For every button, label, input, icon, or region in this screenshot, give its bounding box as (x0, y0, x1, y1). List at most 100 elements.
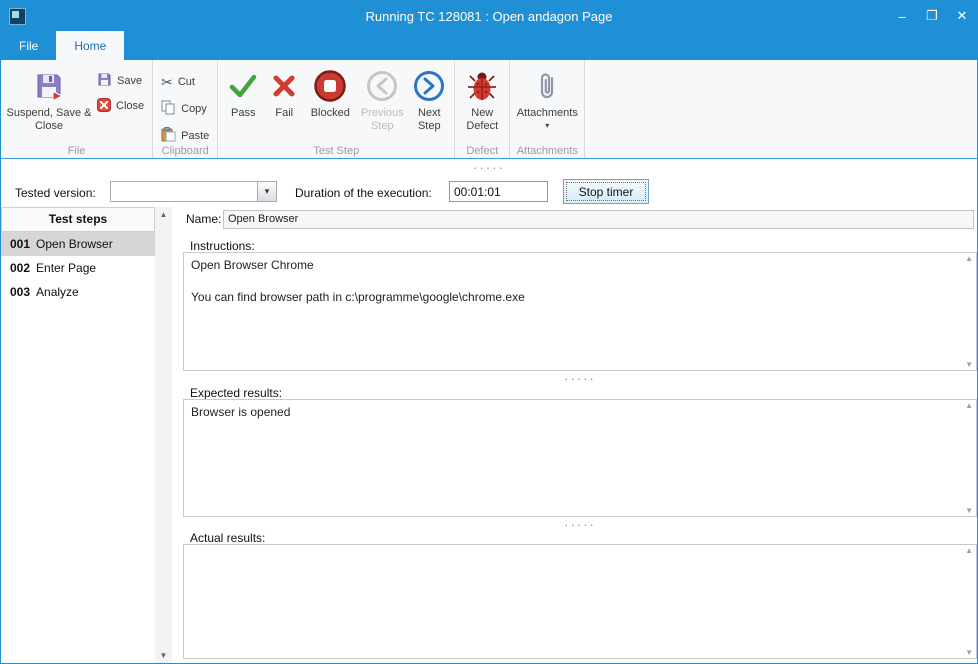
suspend-save-close-button[interactable]: Suspend, Save & Close (5, 63, 93, 145)
app-window: Running TC 128081 : Open andagon Page – … (0, 0, 978, 664)
file-group-small-buttons: Save Close (93, 70, 148, 117)
step-label: Analyze (36, 285, 79, 299)
close-red-icon (97, 98, 111, 115)
defect-group-label: Defect (455, 145, 509, 157)
maximize-button[interactable]: ❐ (917, 1, 947, 31)
suspend-save-close-label: Suspend, Save & Close (5, 107, 93, 133)
paste-icon (161, 127, 176, 145)
ribbon-group-defect: New Defect Defect (455, 60, 510, 158)
attachments-dropdown-icon[interactable]: ▾ (545, 121, 549, 130)
test-steps-header: Test steps (1, 207, 155, 232)
attachments-button[interactable]: Attachments ▾ (514, 63, 580, 145)
step-item-001[interactable]: 001 Open Browser (1, 232, 155, 256)
bug-icon (467, 67, 497, 105)
paperclip-icon (535, 67, 559, 105)
app-icon (9, 8, 26, 25)
ribbon-tab-row: File Home (1, 31, 977, 60)
instructions-text: Open Browser Chrome You can find browser… (191, 257, 956, 366)
cut-label: Cut (178, 76, 195, 88)
scroll-up-icon[interactable]: ▲ (965, 546, 973, 555)
tab-file[interactable]: File (1, 31, 56, 60)
paste-label: Paste (181, 130, 209, 142)
scroll-down-icon[interactable]: ▼ (965, 506, 973, 515)
tab-home[interactable]: Home (56, 31, 124, 60)
ribbon-group-file: Suspend, Save & Close Save (1, 60, 153, 158)
scroll-up-icon[interactable]: ▲ (965, 401, 973, 410)
tested-version-combobox[interactable]: ▾ (110, 181, 277, 202)
clipboard-group-label: Clipboard (153, 145, 217, 157)
actual-results-text (191, 549, 956, 654)
scroll-up-icon[interactable]: ▲ (160, 210, 168, 219)
close-ribbon-button[interactable]: Close (93, 95, 148, 117)
save-icon (97, 72, 112, 90)
close-button[interactable]: ✕ (947, 1, 977, 31)
save-button[interactable]: Save (93, 70, 148, 92)
name-field[interactable]: Open Browser (223, 210, 974, 229)
scroll-down-icon[interactable]: ▼ (160, 651, 168, 660)
suspend-save-close-icon (34, 67, 64, 105)
next-step-arrow-icon (412, 67, 446, 105)
minimize-button[interactable]: – (887, 1, 917, 31)
close-label: Close (116, 100, 144, 112)
actual-results-label: Actual results: (190, 531, 265, 545)
window-title: Running TC 128081 : Open andagon Page (1, 9, 977, 24)
step-number: 002 (10, 261, 30, 275)
scroll-down-icon[interactable]: ▼ (965, 648, 973, 657)
test-steps-panel: Test steps 001 Open Browser 002Enter Page… (1, 207, 172, 663)
blocked-label: Blocked (311, 107, 350, 120)
ribbon-group-test-step: Pass Fail Blocked (218, 60, 455, 158)
cut-button[interactable]: ✂ Cut (157, 71, 213, 93)
name-label: Name: (186, 212, 221, 226)
new-defect-label: New Defect (459, 107, 505, 133)
blocked-stop-icon (313, 67, 347, 105)
copy-icon (161, 100, 176, 118)
copy-button[interactable]: Copy (157, 98, 213, 120)
stop-timer-button[interactable]: Stop timer (563, 179, 649, 204)
test-step-group-label: Test Step (218, 145, 454, 157)
cut-icon: ✂ (161, 74, 173, 91)
scroll-down-icon[interactable]: ▼ (965, 360, 973, 369)
titlebar: Running TC 128081 : Open andagon Page – … (1, 1, 977, 31)
instructions-label: Instructions: (190, 239, 255, 253)
step-item-002[interactable]: 002Enter Page (1, 256, 155, 280)
step-item-003[interactable]: 003 Analyze (1, 280, 155, 304)
save-label: Save (117, 75, 142, 87)
steps-scrollbar[interactable]: ▲ ▼ (155, 207, 172, 663)
paste-button[interactable]: Paste (157, 125, 213, 147)
instructions-textarea[interactable]: Open Browser Chrome You can find browser… (183, 252, 977, 371)
next-step-button[interactable]: Next Step (408, 63, 450, 145)
previous-step-arrow-icon (365, 67, 399, 105)
expected-results-text: Browser is opened (191, 404, 956, 512)
copy-label: Copy (181, 103, 207, 115)
ribbon-group-clipboard: ✂ Cut Copy (153, 60, 218, 158)
pass-label: Pass (231, 107, 255, 120)
step-label: Open Browser (36, 237, 113, 251)
file-group-label: File (1, 145, 152, 157)
pass-button[interactable]: Pass (222, 63, 264, 145)
blocked-button[interactable]: Blocked (304, 63, 356, 145)
expected-results-label: Expected results: (190, 386, 282, 400)
step-number: 003 (10, 285, 30, 299)
instructions-splitter-handle[interactable]: ····· (183, 374, 977, 384)
previous-step-label: Previous Step (356, 107, 408, 133)
next-step-label: Next Step (408, 107, 450, 133)
attachments-label: Attachments (517, 107, 578, 120)
fail-button[interactable]: Fail (264, 63, 304, 145)
ribbon-group-attachments: Attachments ▾ Attachments (510, 60, 585, 158)
fail-x-icon (269, 67, 299, 105)
previous-step-button[interactable]: Previous Step (356, 63, 408, 145)
combo-dropdown-button[interactable]: ▾ (257, 182, 276, 201)
pass-check-icon (227, 67, 259, 105)
duration-input[interactable] (449, 181, 548, 202)
tested-version-label: Tested version: (15, 186, 96, 200)
new-defect-button[interactable]: New Defect (459, 63, 505, 145)
actual-results-textarea[interactable]: ▲ ▼ (183, 544, 977, 659)
scroll-up-icon[interactable]: ▲ (965, 254, 973, 263)
ribbon: Suspend, Save & Close Save (1, 60, 977, 159)
expected-results-textarea[interactable]: Browser is opened ▲ ▼ (183, 399, 977, 517)
ribbon-splitter-handle[interactable]: ····· (1, 163, 977, 173)
duration-label: Duration of the execution: (295, 186, 432, 200)
step-number: 001 (10, 237, 30, 251)
expected-splitter-handle[interactable]: ····· (183, 520, 977, 530)
fail-label: Fail (275, 107, 293, 120)
